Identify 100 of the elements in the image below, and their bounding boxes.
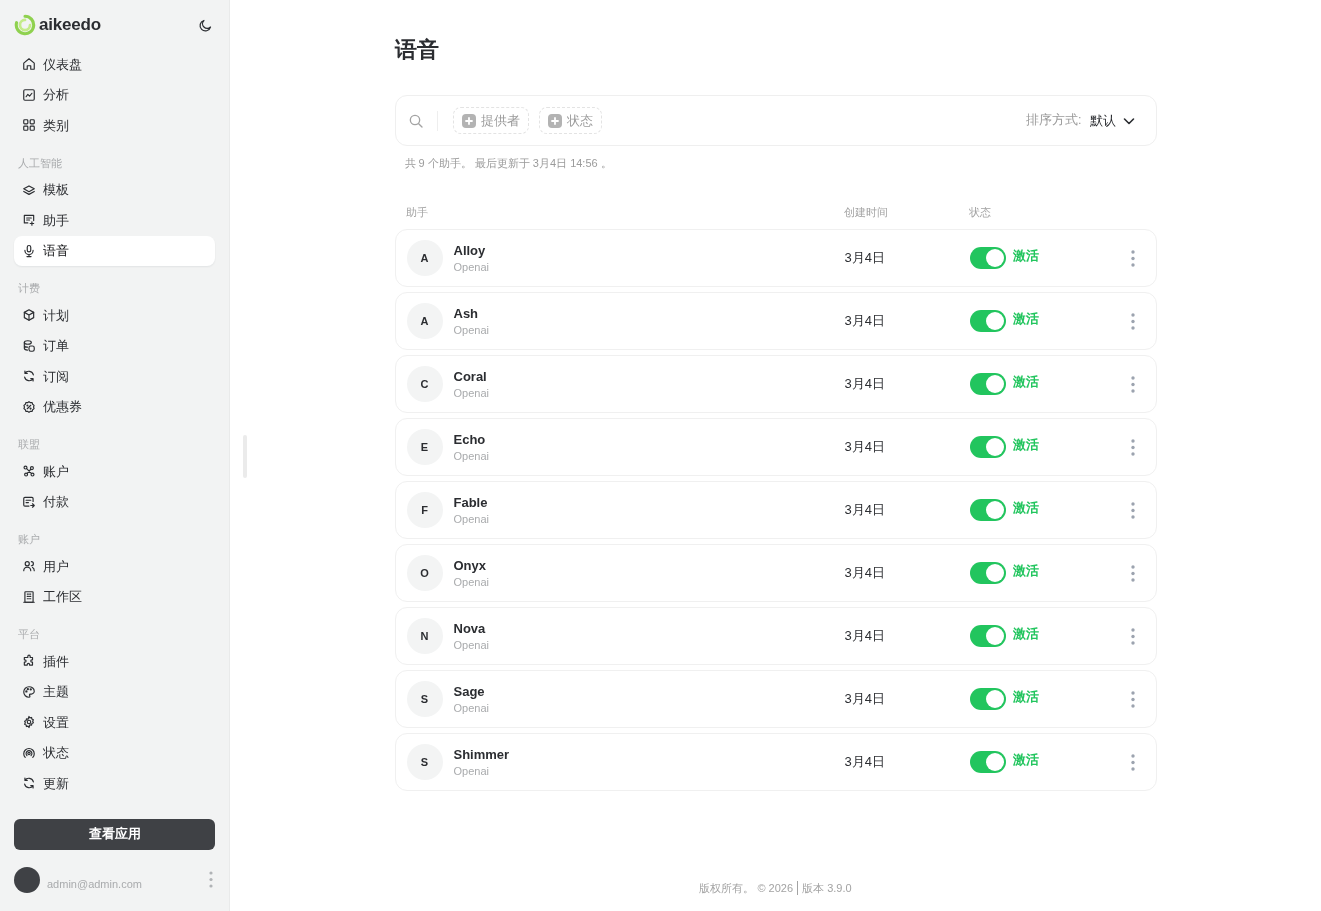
summary-text: 共 9 个助手。 最后更新于 3月4日 14:56 。 [404, 156, 613, 171]
sidebar-item[interactable]: 助手 [14, 205, 215, 236]
assistant-name: Shimmer [453, 745, 510, 763]
created-date: 3月4日 [844, 439, 885, 455]
kebab-menu-icon[interactable] [1130, 627, 1135, 645]
assistant-row[interactable]: S Sage Openai 3月4日 激活 [394, 670, 1157, 728]
toggle-switch[interactable] [969, 499, 1006, 521]
version-text: 版本 3.9.0 [802, 881, 852, 895]
assistant-name: Ash [453, 304, 480, 322]
sidebar-item[interactable]: 分析 [14, 79, 215, 110]
sidebar-item[interactable]: 用户 [14, 551, 215, 582]
plus-icon [461, 113, 476, 128]
assistant-row[interactable]: E Echo Openai 3月4日 激活 [394, 418, 1157, 476]
chat-icon [22, 213, 36, 228]
sidebar-item[interactable]: 状态 [14, 737, 215, 768]
assistant-name: Alloy [453, 241, 487, 259]
sidebar-item[interactable]: 插件 [14, 646, 215, 677]
section-label: 计费 [18, 281, 40, 295]
percent-badge-icon [22, 399, 36, 414]
kebab-menu-icon[interactable] [1130, 690, 1135, 708]
brand-name: aikeedo [39, 14, 101, 36]
status-label: 激活 [1012, 310, 1039, 329]
sidebar-item[interactable]: 语音 [14, 235, 215, 266]
column-header: 助手 [405, 205, 429, 219]
puzzle-icon [22, 654, 36, 669]
home-icon [22, 57, 36, 72]
assistant-row[interactable]: S Shimmer Openai 3月4日 激活 [394, 733, 1157, 791]
toggle-switch[interactable] [969, 688, 1006, 710]
sidebar-item[interactable]: 订阅 [14, 361, 215, 392]
created-date: 3月4日 [844, 565, 885, 581]
assistant-name: Onyx [453, 556, 487, 574]
sidebar-item[interactable]: 设置 [14, 707, 215, 738]
kebab-menu-icon[interactable] [1130, 249, 1135, 267]
page-title: 语音 [394, 36, 440, 64]
sidebar-item[interactable]: 订单 [14, 330, 215, 361]
view-app-button[interactable]: 查看应用 [14, 818, 215, 850]
toggle-switch[interactable] [969, 625, 1006, 647]
assistant-row[interactable]: N Nova Openai 3月4日 激活 [394, 607, 1157, 665]
refresh-icon [22, 776, 36, 791]
sidebar-item[interactable]: 模板 [14, 174, 215, 205]
column-header: 状态 [968, 205, 992, 219]
initial-avatar: O [406, 555, 443, 591]
toggle-switch[interactable] [969, 247, 1006, 269]
assistant-row[interactable]: F Fable Openai 3月4日 激活 [394, 481, 1157, 539]
created-date: 3月4日 [844, 250, 885, 266]
sort-label: 排序方式: [1026, 112, 1082, 130]
sidebar-item[interactable]: 计划 [14, 300, 215, 331]
created-date: 3月4日 [844, 691, 885, 707]
assistant-row[interactable]: A Alloy Openai 3月4日 激活 [394, 229, 1157, 287]
status-label: 激活 [1012, 688, 1039, 707]
avatar-icon [14, 866, 40, 893]
kebab-menu-icon[interactable] [1130, 375, 1135, 393]
assistant-name: Sage [453, 682, 486, 700]
created-date: 3月4日 [844, 502, 885, 518]
search-icon[interactable] [407, 112, 424, 129]
kebab-menu-icon[interactable] [1130, 438, 1135, 456]
assistant-name: Coral [453, 367, 488, 385]
initial-avatar: S [406, 744, 443, 780]
kebab-menu-icon[interactable] [1130, 312, 1135, 330]
gear-icon [22, 715, 36, 730]
logo-icon [14, 14, 36, 36]
toggle-switch[interactable] [969, 373, 1006, 395]
initial-avatar: N [406, 618, 443, 654]
assistant-row[interactable]: A Ash Openai 3月4日 激活 [394, 292, 1157, 350]
copyright-text: 版权所有。 © 2026 [699, 881, 794, 895]
sidebar-item[interactable]: 类别 [14, 110, 215, 141]
toggle-switch[interactable] [969, 310, 1006, 332]
section-label: 人工智能 [18, 155, 62, 170]
kebab-menu-icon[interactable] [1130, 501, 1135, 519]
assistant-name: Fable [453, 493, 489, 511]
sidebar-item[interactable]: 更新 [14, 768, 215, 799]
toggle-switch[interactable] [969, 562, 1006, 584]
assistant-name: Nova [453, 619, 487, 637]
sidebar-item[interactable]: 主题 [14, 676, 215, 707]
toggle-switch[interactable] [969, 436, 1006, 458]
toggle-switch[interactable] [969, 751, 1006, 773]
sidebar-item[interactable]: 仪表盘 [14, 49, 215, 80]
sidebar-item[interactable]: 付款 [14, 486, 215, 517]
kebab-menu-icon[interactable] [1130, 564, 1135, 582]
assistant-name: Echo [453, 430, 487, 448]
provider-name: Openai [453, 259, 489, 275]
assistant-row[interactable]: C Coral Openai 3月4日 激活 [394, 355, 1157, 413]
kebab-menu-icon[interactable] [209, 871, 213, 888]
status-label: 激活 [1012, 562, 1039, 581]
initial-avatar: C [406, 366, 443, 402]
chart-icon [22, 87, 36, 102]
provider-name: Openai [453, 448, 489, 464]
sort-dropdown[interactable]: 默认 [1089, 110, 1135, 131]
initial-avatar: F [406, 492, 443, 528]
assistant-row[interactable]: O Onyx Openai 3月4日 激活 [394, 544, 1157, 602]
status-label: 激活 [1012, 436, 1039, 455]
section-label: 账户 [18, 532, 40, 546]
initial-avatar: E [406, 429, 443, 465]
sidebar-item[interactable]: 工作区 [14, 581, 215, 612]
initial-avatar: S [406, 681, 443, 717]
moon-icon[interactable] [198, 17, 213, 33]
sidebar-item[interactable]: 优惠券 [14, 391, 215, 422]
kebab-menu-icon[interactable] [1130, 753, 1135, 771]
sidebar-item[interactable]: 账户 [14, 456, 215, 487]
status-label: 激活 [1012, 247, 1039, 266]
